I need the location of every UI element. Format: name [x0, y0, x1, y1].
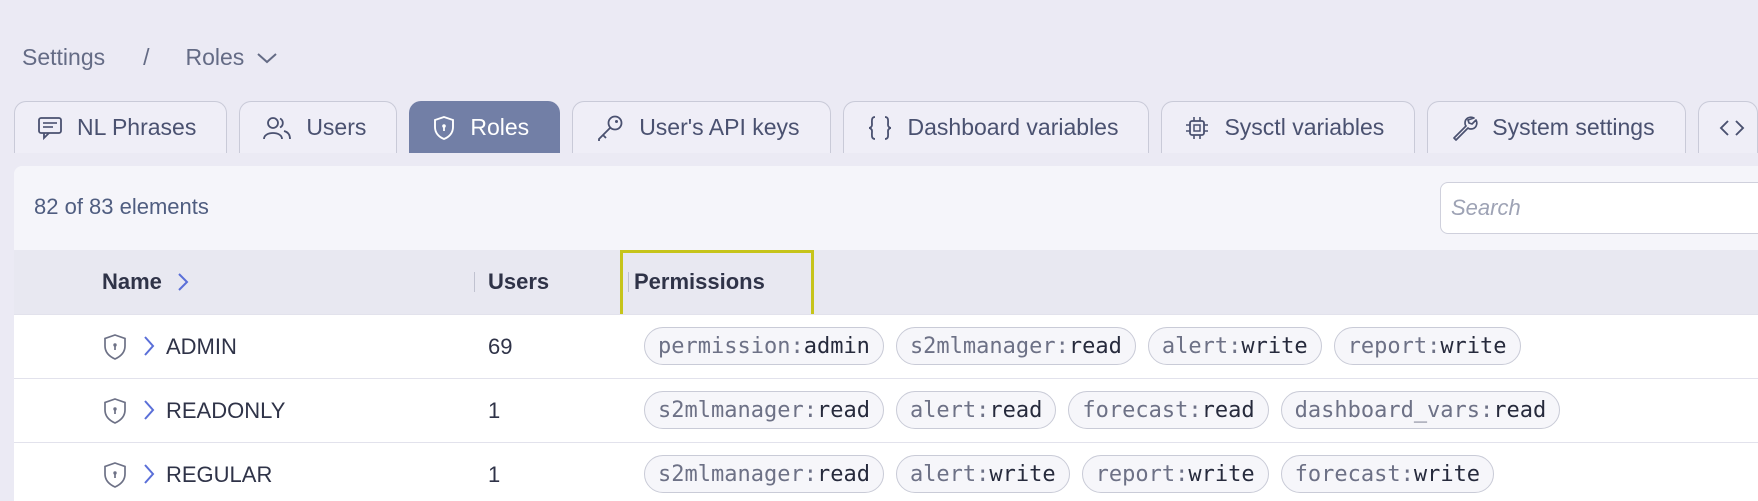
tab-label: Dashboard variables: [907, 114, 1119, 140]
tab-label: NL Phrases: [77, 114, 197, 140]
permission-list: permission: admin s2mlmanager: read alert:…: [644, 327, 1521, 365]
tab-dashboard-variables[interactable]: Dashboard variables: [842, 101, 1150, 153]
role-name[interactable]: ADMIN: [166, 315, 237, 379]
breadcrumb-separator: /: [143, 44, 150, 70]
tab-roles[interactable]: Roles: [409, 101, 561, 153]
highlight-box: [620, 250, 814, 320]
tab-label: Sysctl variables: [1224, 114, 1385, 140]
tab-overflow[interactable]: [1697, 101, 1758, 153]
permission-chip: alert: write: [1147, 327, 1322, 365]
role-user-count: 1: [488, 462, 501, 487]
role-name[interactable]: REGULAR: [166, 443, 272, 501]
breadcrumb-settings[interactable]: Settings: [22, 44, 105, 71]
tab-users[interactable]: Users: [239, 101, 398, 153]
braces-icon: [866, 115, 894, 141]
tab-label: Users: [306, 114, 367, 140]
permission-chip: dashboard_vars: read: [1280, 391, 1561, 429]
breadcrumb: Settings / Roles: [22, 44, 278, 71]
tab-system-settings[interactable]: System settings: [1427, 101, 1686, 153]
role-user-count: 1: [488, 398, 501, 423]
chevron-right-icon[interactable]: [142, 461, 156, 487]
chevron-right-icon[interactable]: [142, 333, 156, 359]
role-name[interactable]: READONLY: [166, 379, 285, 443]
permission-chip: s2mlmanager: read: [895, 327, 1136, 365]
permission-list: s2mlmanager: read alert: read forecast: rea…: [644, 391, 1561, 429]
permission-chip: s2mlmanager: read: [644, 455, 884, 493]
column-header-users[interactable]: Users: [474, 250, 549, 314]
permission-chip: alert: write: [895, 455, 1070, 493]
code-icon: [1719, 115, 1745, 141]
permission-chip: s2mlmanager: read: [644, 391, 884, 429]
permission-chip: report: write: [1081, 455, 1269, 493]
search-input[interactable]: [1440, 182, 1758, 234]
permission-chip: permission: admin: [644, 327, 884, 365]
element-count: 82 of 83 elements: [34, 194, 209, 219]
shield-icon: [102, 397, 128, 425]
permission-chip: report: write: [1333, 327, 1521, 365]
breadcrumb-roles[interactable]: Roles: [186, 44, 245, 71]
settings-tabs: NL Phrases Users Roles User's API keys D…: [14, 101, 1758, 153]
shield-icon: [102, 333, 128, 361]
column-users-label: Users: [488, 269, 550, 294]
chip-icon: [1184, 115, 1210, 141]
column-name-label: Name: [102, 269, 162, 294]
table-header: Name Users Permissions: [14, 250, 1758, 320]
role-user-count: 69: [488, 334, 513, 359]
key-icon: [595, 114, 625, 142]
chevron-right-icon[interactable]: [176, 271, 190, 293]
shield-icon: [432, 115, 456, 141]
tab-label: Roles: [470, 114, 530, 140]
table-row[interactable]: REGULAR 1 s2mlmanager: read alert: write r…: [14, 442, 1758, 501]
tab-nl-phrases[interactable]: NL Phrases: [14, 101, 228, 153]
column-header-name[interactable]: Name: [102, 250, 190, 314]
tab-label: User's API keys: [639, 114, 800, 140]
tab-api-keys[interactable]: User's API keys: [572, 101, 831, 153]
tab-sysctl-variables[interactable]: Sysctl variables: [1161, 101, 1416, 153]
chevron-down-icon[interactable]: [256, 51, 278, 65]
chevron-right-icon[interactable]: [142, 397, 156, 423]
permission-chip: alert: read: [895, 391, 1057, 429]
chat-icon: [37, 115, 63, 141]
table-row[interactable]: READONLY 1 s2mlmanager: read alert: read f…: [14, 378, 1758, 442]
tab-label: System settings: [1492, 114, 1655, 140]
permission-chip: forecast: read: [1068, 391, 1269, 429]
table-row[interactable]: ADMIN 69 permission: admin s2mlmanager: re…: [14, 314, 1758, 378]
users-icon: [262, 115, 292, 141]
permission-list: s2mlmanager: read alert: write report: writ…: [644, 455, 1495, 493]
shield-icon: [102, 461, 128, 489]
roles-panel: 82 of 83 elements Name Users Permissions…: [14, 166, 1758, 501]
wrench-icon: [1450, 114, 1478, 142]
permission-chip: forecast: write: [1280, 455, 1495, 493]
